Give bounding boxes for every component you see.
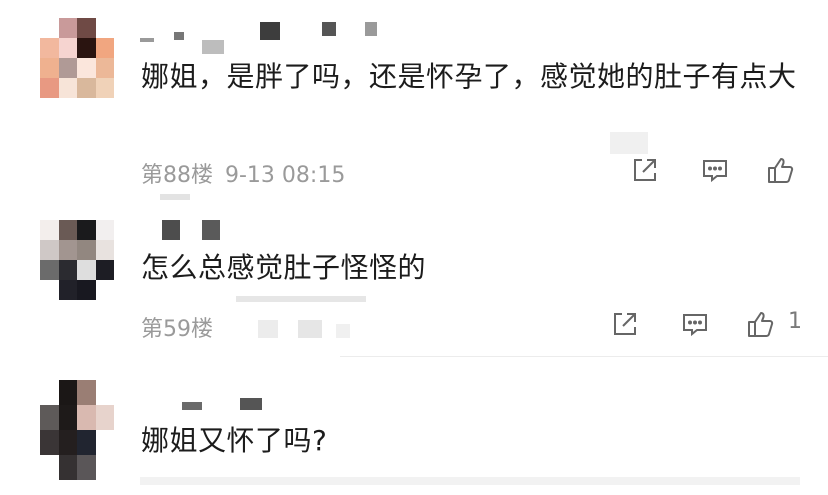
comment-actions: 1 xyxy=(608,307,808,343)
reply-button[interactable] xyxy=(678,307,712,341)
comment-meta: 第88楼 9-13 08:15 xyxy=(141,157,345,189)
comment-item: 娜姐，是胖了吗，还是怀孕了，感觉她的肚子有点大 第88楼 9-13 08:15 xyxy=(0,0,828,200)
timestamp: 9-13 08:15 xyxy=(225,163,346,188)
floor-number: 第59楼 xyxy=(141,317,213,342)
reply-button[interactable] xyxy=(698,153,732,187)
like-count: 1 xyxy=(788,309,802,334)
comment-meta: 第59楼 xyxy=(141,311,225,343)
blurred-area xyxy=(298,320,322,338)
blurred-area xyxy=(258,320,278,338)
comment-icon xyxy=(703,160,727,183)
comment-item: 娜姐又怀了吗? xyxy=(0,360,828,485)
avatar[interactable] xyxy=(40,18,114,98)
share-icon xyxy=(634,159,656,181)
like-button[interactable] xyxy=(744,307,778,341)
blurred-area xyxy=(236,296,366,302)
blurred-area xyxy=(140,477,800,485)
share-button[interactable] xyxy=(608,307,642,341)
comment-item: 怎么总感觉肚子怪怪的 第59楼 1 xyxy=(0,200,828,360)
username[interactable] xyxy=(140,220,220,242)
comment-icon xyxy=(683,314,707,337)
thumbs-up-icon xyxy=(768,158,794,183)
divider xyxy=(340,356,828,357)
like-button[interactable] xyxy=(764,153,798,187)
avatar[interactable] xyxy=(40,220,114,300)
thumbs-up-icon xyxy=(748,312,774,337)
username[interactable] xyxy=(140,22,380,54)
comment-text: 娜姐又怀了吗? xyxy=(141,424,328,457)
comment-text: 娜姐，是胖了吗，还是怀孕了，感觉她的肚子有点大 xyxy=(141,60,797,93)
floor-number: 第88楼 xyxy=(141,163,213,188)
blurred-area xyxy=(610,132,648,154)
blurred-area xyxy=(336,324,350,338)
share-icon xyxy=(614,313,636,335)
comment-actions xyxy=(628,153,808,189)
share-button[interactable] xyxy=(628,153,662,187)
avatar[interactable] xyxy=(40,380,114,480)
comment-text: 怎么总感觉肚子怪怪的 xyxy=(141,251,427,284)
